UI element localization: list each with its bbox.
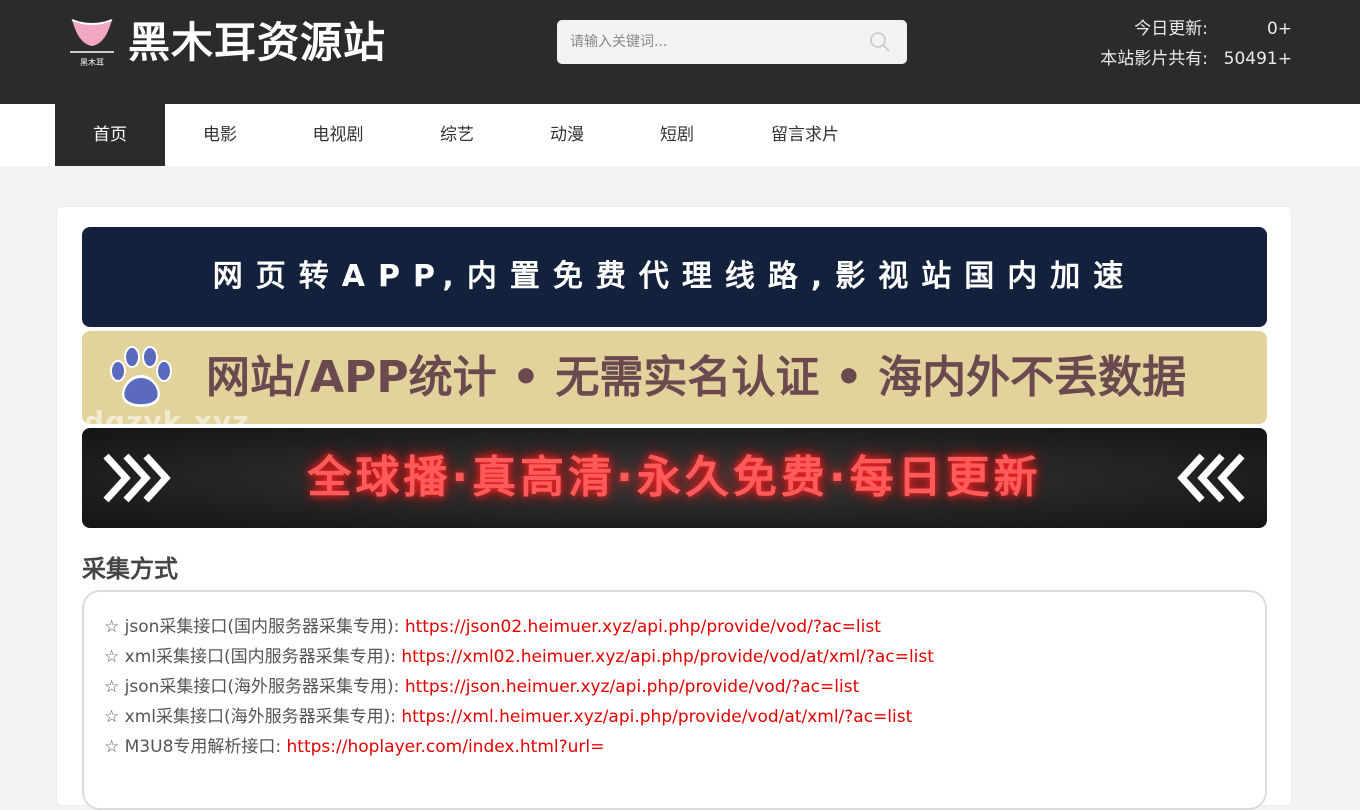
chevrons-left-icon <box>1177 453 1245 503</box>
stat-total: 本站影片共有: 50491+ <box>1060 44 1300 74</box>
site-header: 黑木耳 黑木耳资源站 今日更新: 0+ 本站影片共有: 50491+ <box>0 0 1360 104</box>
api-label: ☆ json采集接口(国内服务器采集专用): <box>104 617 400 637</box>
logo-caption: 黑木耳 <box>80 58 104 67</box>
nav-item-variety[interactable]: 综艺 <box>402 104 512 166</box>
site-title[interactable]: 黑木耳资源站 <box>128 16 386 70</box>
nav-item-shorts[interactable]: 短剧 <box>622 104 732 166</box>
banner-watermark: dgzyk.xyz <box>84 405 250 424</box>
main-nav: 首页 电影 电视剧 综艺 动漫 短剧 留言求片 <box>0 104 1360 166</box>
nav-item-anime[interactable]: 动漫 <box>512 104 622 166</box>
list-item: ☆ M3U8专用解析接口: https://hoplayer.com/index… <box>104 732 1265 762</box>
api-label: ☆ M3U8专用解析接口: <box>104 737 282 757</box>
paw-icon <box>110 346 172 407</box>
stat-value: 50491+ <box>1223 49 1292 69</box>
search-box <box>557 20 907 64</box>
api-label: ☆ json采集接口(海外服务器采集专用): <box>104 677 400 697</box>
api-url-link[interactable]: https://xml.heimuer.xyz/api.php/provide/… <box>401 707 912 727</box>
api-label: ☆ xml采集接口(国内服务器采集专用): <box>104 647 396 667</box>
api-list: ☆ json采集接口(国内服务器采集专用): https://json02.he… <box>82 590 1267 810</box>
stat-value: 0+ <box>1266 19 1292 39</box>
banner-global-free[interactable]: 全球播·真高清·永久免费·每日更新 <box>82 428 1267 528</box>
banner-app-proxy[interactable]: 网页转APP,内置免费代理线路,影视站国内加速 <box>82 227 1267 327</box>
api-url-link[interactable]: https://json02.heimuer.xyz/api.php/provi… <box>405 617 881 637</box>
banner-text: 全球播·真高清·永久免费·每日更新 <box>307 452 1042 503</box>
banner-stats-service[interactable]: 网站/APP统计 • 无需实名认证 • 海内外不丢数据 dgzyk.xyz <box>82 331 1267 424</box>
list-item: ☆ xml采集接口(国内服务器采集专用): https://xml02.heim… <box>104 642 1265 672</box>
nav-item-movies[interactable]: 电影 <box>165 104 275 166</box>
list-item: ☆ json采集接口(国内服务器采集专用): https://json02.he… <box>104 612 1265 642</box>
nav-item-tv[interactable]: 电视剧 <box>283 104 393 166</box>
content-card: 网页转APP,内置免费代理线路,影视站国内加速 网站/APP统计 • 无需实名认… <box>56 206 1292 810</box>
api-url-link[interactable]: https://xml02.heimuer.xyz/api.php/provid… <box>401 647 934 667</box>
nav-item-request[interactable]: 留言求片 <box>750 104 860 166</box>
api-url-link[interactable]: https://hoplayer.com/index.html?url= <box>287 737 605 757</box>
logo-icon <box>70 19 114 53</box>
search-input[interactable] <box>557 20 867 64</box>
site-stats: 今日更新: 0+ 本站影片共有: 50491+ <box>1060 14 1300 74</box>
api-label: ☆ xml采集接口(海外服务器采集专用): <box>104 707 396 727</box>
list-item: ☆ xml采集接口(海外服务器采集专用): https://xml.heimue… <box>104 702 1265 732</box>
list-item: ☆ json采集接口(海外服务器采集专用): https://json.heim… <box>104 672 1265 702</box>
api-url-link[interactable]: https://json.heimuer.xyz/api.php/provide… <box>405 677 859 697</box>
stat-label: 今日更新: <box>1134 19 1208 39</box>
nav-item-home[interactable]: 首页 <box>55 104 165 166</box>
stat-label: 本站影片共有: <box>1100 49 1208 69</box>
banner-text: 网页转APP,内置免费代理线路,影视站国内加速 <box>212 259 1137 294</box>
stat-today: 今日更新: 0+ <box>1060 14 1300 44</box>
search-icon[interactable] <box>868 30 892 54</box>
section-title: 采集方式 <box>82 555 178 583</box>
logo[interactable]: 黑木耳 <box>68 16 116 70</box>
banner-text: 网站/APP统计 • 无需实名认证 • 海内外不丢数据 <box>206 352 1187 403</box>
